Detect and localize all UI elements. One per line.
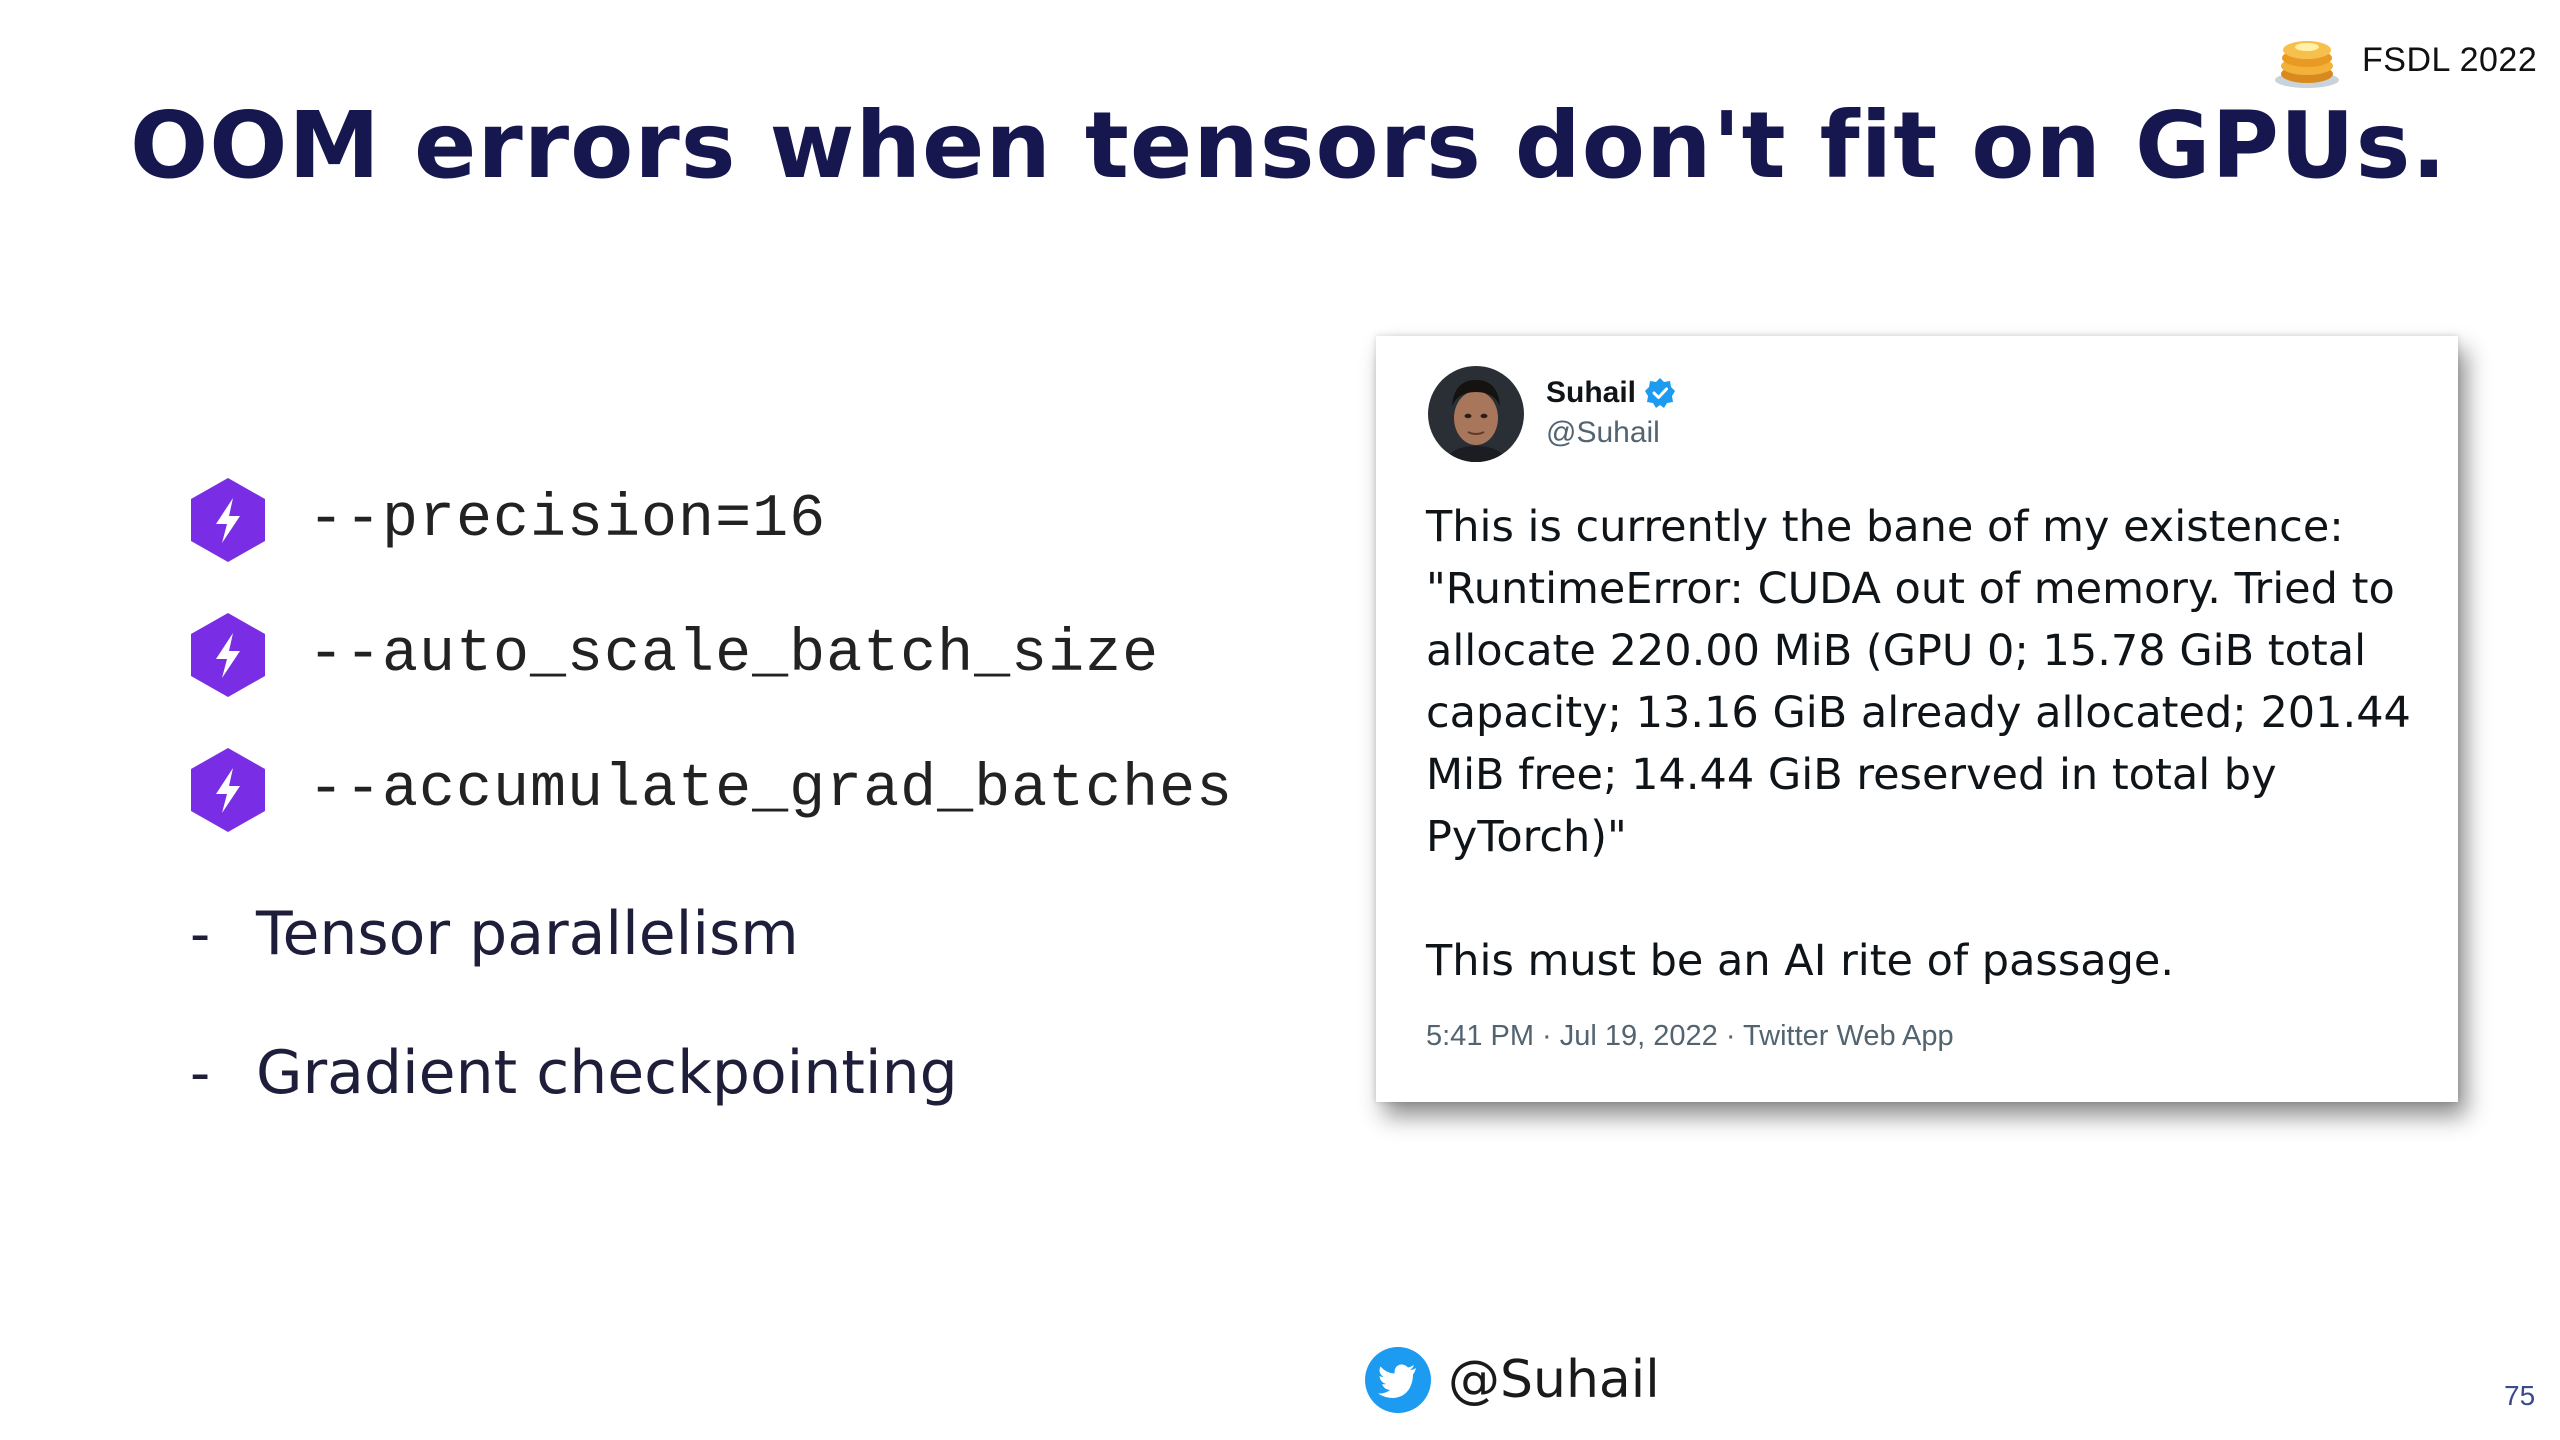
bullet-marker: - bbox=[190, 901, 211, 967]
slide: FSDL 2022 OOM errors when tensors don't … bbox=[0, 0, 2560, 1440]
avatar[interactable] bbox=[1428, 366, 1524, 462]
course-badge: FSDL 2022 bbox=[2272, 30, 2537, 90]
lightning-hexagon-icon bbox=[191, 613, 265, 697]
page-number: 75 bbox=[2504, 1380, 2536, 1411]
bullet-tensor-parallelism: - Tensor parallelism bbox=[190, 894, 799, 974]
bullet-text: Tensor parallelism bbox=[256, 899, 799, 969]
tweet-paragraph: This is currently the bane of my existen… bbox=[1426, 502, 2411, 862]
flag-item-accumulate: --accumulate_grad_batches bbox=[188, 745, 1233, 835]
bullet-marker: - bbox=[190, 1040, 211, 1106]
flag-text: --precision=16 bbox=[308, 486, 827, 554]
flag-item-auto-scale: --auto_scale_batch_size bbox=[188, 610, 1159, 700]
user-name-text: Suhail bbox=[1546, 376, 1637, 409]
tweet-user-name[interactable]: Suhail bbox=[1546, 376, 1676, 410]
tweet-card: Suhail @Suhail This is currently the ban… bbox=[1376, 336, 2458, 1102]
footer-twitter-handle[interactable]: @Suhail bbox=[1364, 1346, 1660, 1414]
footer-handle-text: @Suhail bbox=[1448, 1350, 1660, 1410]
slide-title: OOM errors when tensors don't fit on GPU… bbox=[130, 92, 2448, 199]
lightning-hexagon-icon bbox=[191, 748, 265, 832]
flag-text: --accumulate_grad_batches bbox=[308, 756, 1234, 824]
flag-item-precision: --precision=16 bbox=[188, 475, 826, 565]
lightning-hexagon-icon bbox=[191, 478, 265, 562]
tweet-user-handle[interactable]: @Suhail bbox=[1546, 416, 1660, 450]
pancake-stack-icon bbox=[2275, 41, 2339, 88]
bullet-text: Gradient checkpointing bbox=[256, 1038, 958, 1108]
badge-text: FSDL 2022 bbox=[2362, 40, 2538, 79]
tweet-text: This is currently the bane of my existen… bbox=[1426, 496, 2426, 992]
verified-badge-icon bbox=[1645, 378, 1676, 408]
twitter-bird-icon bbox=[1365, 1347, 1431, 1413]
tweet-timestamp[interactable]: 5:41 PM · Jul 19, 2022 · Twitter Web App bbox=[1426, 1020, 1954, 1053]
flag-text: --auto_scale_batch_size bbox=[308, 621, 1160, 689]
avatar-portrait-icon bbox=[1428, 366, 1524, 462]
tweet-paragraph: This must be an AI rite of passage. bbox=[1426, 936, 2175, 986]
bullet-gradient-checkpointing: - Gradient checkpointing bbox=[190, 1033, 958, 1113]
